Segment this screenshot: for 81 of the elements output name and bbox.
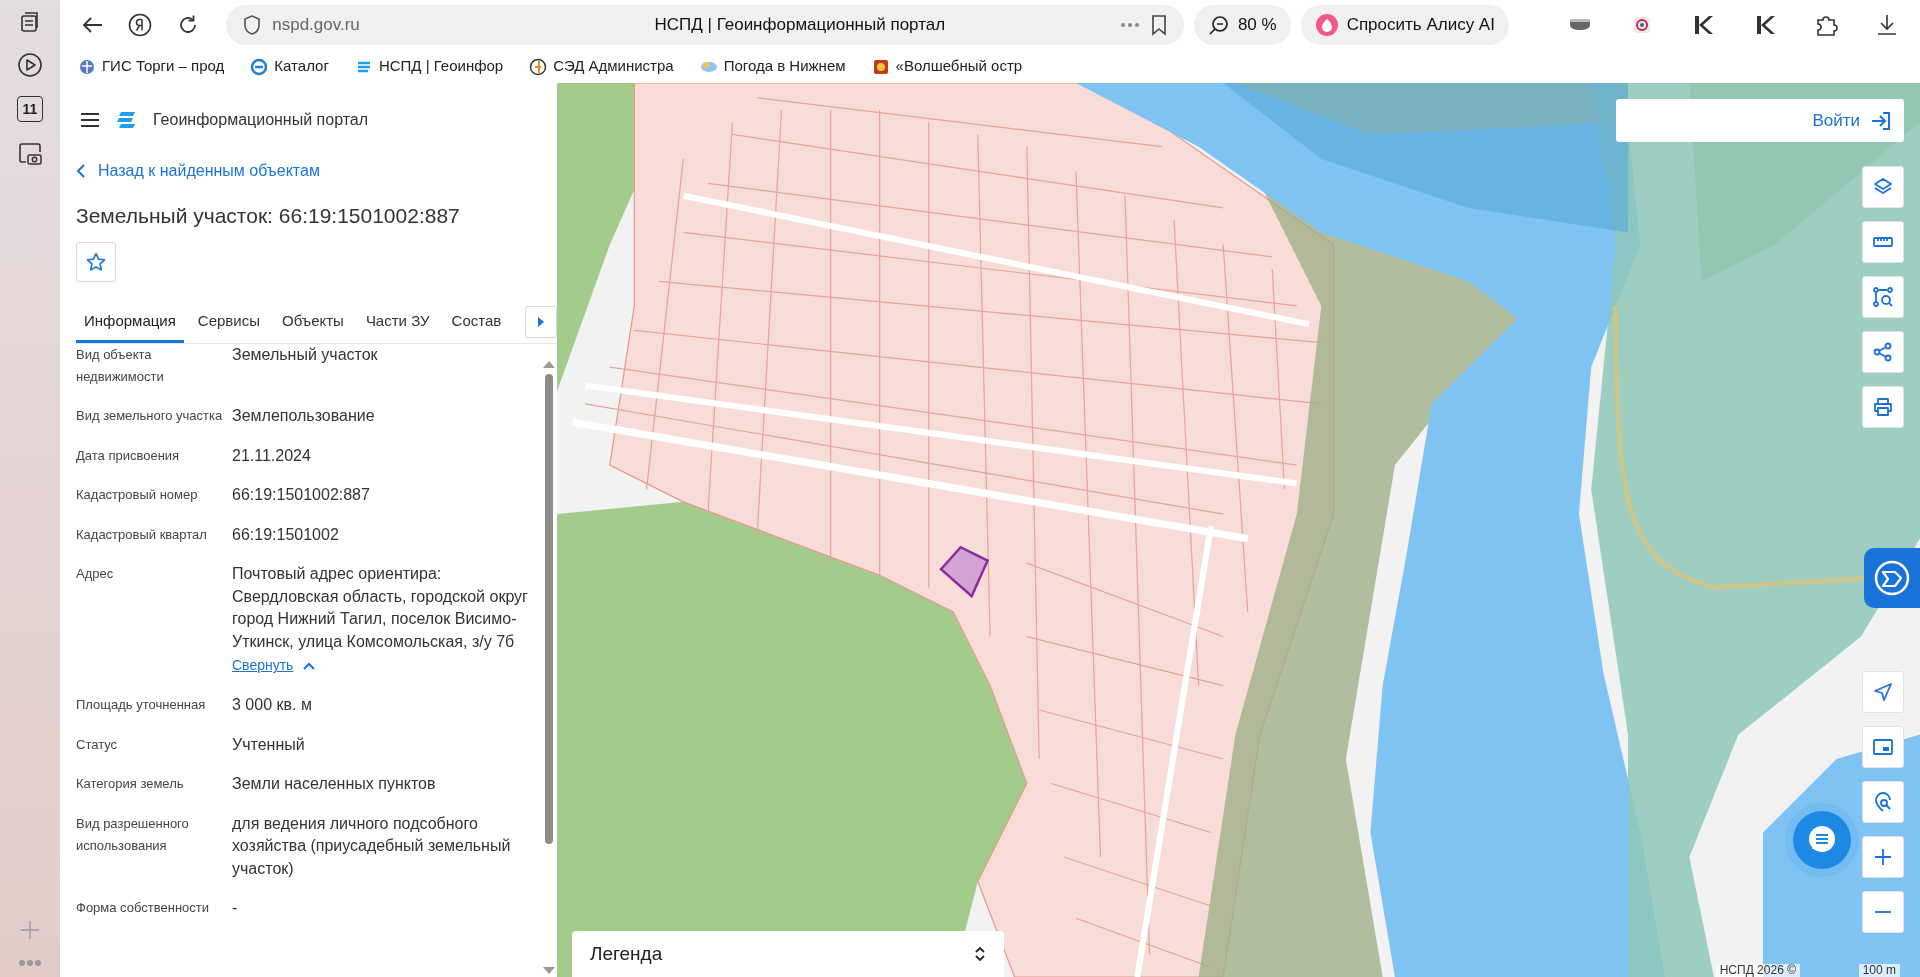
chevron-left-icon bbox=[76, 164, 86, 178]
favorite-button[interactable] bbox=[76, 242, 116, 283]
property-value: 66:19:1501002 bbox=[232, 524, 340, 545]
menu-icon[interactable] bbox=[80, 112, 100, 128]
info-tab[interactable]: Объекты bbox=[274, 302, 352, 344]
star-icon bbox=[86, 252, 106, 273]
property-value: Почтовый адрес ориентира: Свердловская область, городской округ город Нижний Тагил, поселок Висимо-Уткинск, улица Комсомольская, з/у 7б bbox=[232, 564, 529, 652]
property-value: для ведения личного подсобного хозяйства (приусадебный земельный участок) bbox=[232, 813, 512, 879]
chevron-up-icon bbox=[303, 661, 316, 670]
property-value: 66:19:1501002:887 bbox=[232, 485, 371, 506]
info-tab[interactable]: Информация bbox=[76, 302, 184, 344]
property-label: Вид разрешенного использования bbox=[76, 814, 190, 855]
address-bar[interactable]: nspd.gov.ru НСПД | Геоинформационный портал bbox=[226, 5, 1184, 45]
zoom-out-icon bbox=[1207, 14, 1230, 36]
bookmark-link[interactable]: Каталог bbox=[250, 55, 329, 78]
updown-caret-icon bbox=[974, 945, 986, 963]
tabs-scroll-button[interactable] bbox=[525, 306, 557, 339]
collapse-link[interactable]: Свернуть bbox=[232, 655, 316, 677]
legend-dropdown[interactable]: Легенда bbox=[572, 931, 1004, 977]
property-label: Вид земельного участка bbox=[76, 407, 224, 426]
property-label: Категория земель bbox=[76, 775, 185, 794]
play-icon[interactable] bbox=[17, 52, 43, 78]
object-heading: Земельный участок: 66:19:1501002:887 bbox=[76, 203, 461, 229]
portal-title: Геоинформационный портал bbox=[153, 110, 369, 130]
bookmark-link[interactable]: ГИС Торги – прод bbox=[78, 55, 225, 78]
favicon-icon bbox=[250, 57, 269, 76]
property-label: Кадастровый квартал bbox=[76, 525, 208, 544]
property-label: Вид объекта недвижимости bbox=[76, 346, 165, 387]
property-label: Форма собственности bbox=[76, 899, 211, 918]
favicon-icon bbox=[78, 57, 96, 76]
property-label: Статус bbox=[76, 735, 119, 754]
property-label: Дата присвоения bbox=[76, 446, 181, 465]
assistant-logo-icon bbox=[1314, 13, 1339, 37]
more-dots-icon[interactable] bbox=[1119, 22, 1140, 28]
property-value: Земли населенных пунктов bbox=[232, 774, 437, 795]
login-icon bbox=[1870, 109, 1892, 132]
info-tab[interactable]: Части ЗУ bbox=[357, 302, 438, 344]
location-pin-icon[interactable] bbox=[1872, 791, 1894, 813]
zoom-button[interactable]: 80 % bbox=[1193, 5, 1291, 45]
scroll-down-arrow-icon[interactable] bbox=[543, 967, 555, 975]
property-value: Учтенный bbox=[232, 734, 306, 755]
navigation-arrow-icon[interactable] bbox=[1872, 681, 1894, 703]
info-tab[interactable]: Состав bbox=[443, 302, 510, 344]
property-label: Площадь уточненная bbox=[76, 696, 207, 715]
assistant-button[interactable]: Спросить Алису AI bbox=[1300, 5, 1509, 45]
screenshot-camera-icon[interactable] bbox=[17, 140, 43, 166]
property-value: 21.11.2024 bbox=[232, 445, 312, 466]
bookmark-icon[interactable] bbox=[1149, 14, 1168, 36]
property-label: Кадастровый номер bbox=[76, 486, 199, 505]
calendar-counter[interactable]: 11 bbox=[17, 96, 43, 122]
scroll-up-arrow-icon[interactable] bbox=[543, 360, 555, 369]
property-value: - bbox=[232, 898, 239, 919]
caret-right-icon bbox=[538, 317, 544, 328]
zoom-in-icon[interactable] bbox=[1872, 846, 1894, 868]
info-tab[interactable]: Сервисы bbox=[189, 302, 268, 344]
chat-bubble-icon bbox=[1807, 825, 1837, 855]
address-url: nspd.gov.ru bbox=[272, 14, 360, 37]
page-title: НСПД | Геоинформационный портал bbox=[653, 14, 947, 37]
property-label: Адрес bbox=[76, 565, 115, 584]
more-dots-icon[interactable] bbox=[18, 959, 42, 967]
bookmark-link[interactable]: НСПД | Геоинфор bbox=[354, 55, 504, 78]
property-value: Земельный участок bbox=[232, 345, 379, 366]
back-link[interactable]: Назад к найденным объектам bbox=[76, 157, 320, 185]
side-panel-tab[interactable] bbox=[1864, 548, 1920, 608]
picture-in-picture-icon[interactable] bbox=[1872, 736, 1894, 758]
map-attribution: НСПД 2026 © bbox=[1715, 964, 1800, 977]
scale-label: 100 m bbox=[1858, 964, 1900, 977]
scrollbar-thumb[interactable] bbox=[545, 374, 553, 845]
login-button[interactable]: Войти bbox=[1616, 99, 1904, 142]
bookmark-link[interactable]: СЭД Администра bbox=[529, 55, 674, 78]
share-icon[interactable] bbox=[1872, 341, 1894, 363]
print-icon[interactable] bbox=[1872, 396, 1894, 418]
bookmark-link[interactable]: «Волшебный остр bbox=[871, 55, 1023, 78]
shield-icon bbox=[242, 14, 263, 36]
property-value: 3 000 кв. м bbox=[232, 695, 313, 716]
bookmark-link[interactable]: Погода в Нижнем bbox=[699, 55, 846, 78]
browser-logo-icon[interactable] bbox=[127, 12, 154, 38]
favicon-icon bbox=[529, 57, 548, 76]
favicon-icon bbox=[871, 57, 890, 76]
area-search-icon[interactable] bbox=[1872, 286, 1894, 308]
property-value: Землепользование bbox=[232, 406, 376, 427]
